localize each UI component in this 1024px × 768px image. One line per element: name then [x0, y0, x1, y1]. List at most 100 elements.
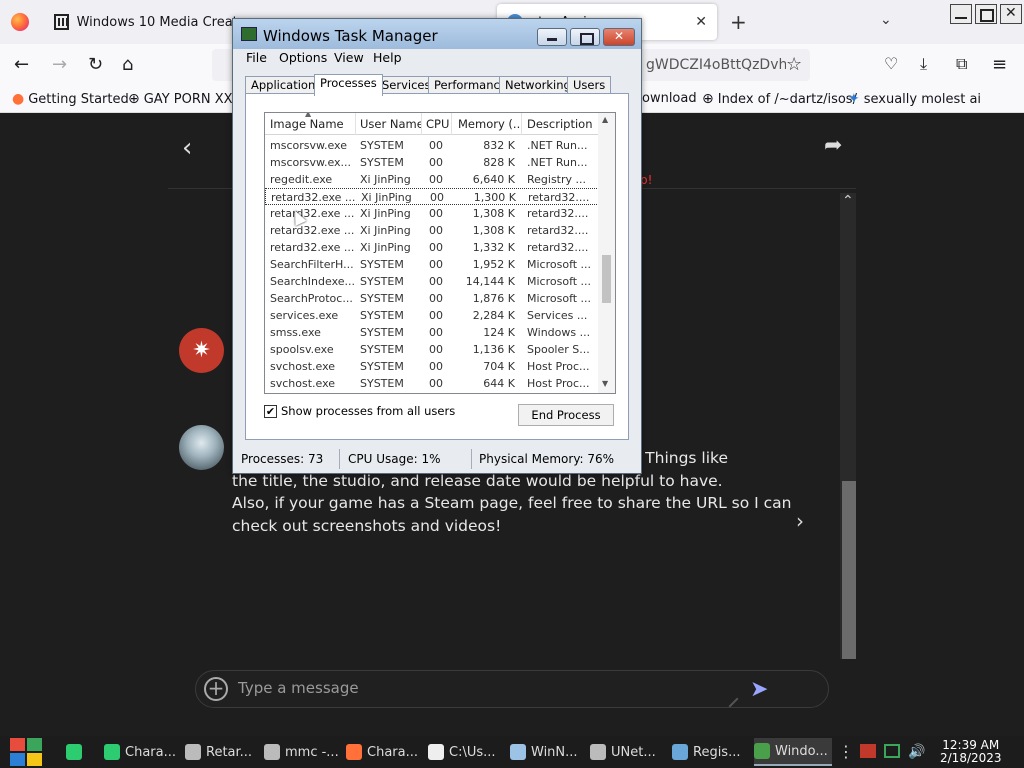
- extensions-icon[interactable]: ⧉: [956, 54, 967, 74]
- menu-help[interactable]: Help: [373, 50, 402, 65]
- firefox-icon[interactable]: [11, 13, 29, 31]
- bookmark-item[interactable]: ⊕ Index of /~dartz/isos/: [702, 91, 857, 107]
- table-row[interactable]: regedit.exe Xi JinPing 00 6,640 K Registry .…: [265, 171, 599, 188]
- bookmark-item[interactable]: ⊕ GAY PORN XX: [128, 91, 233, 107]
- column-divider[interactable]: [521, 113, 522, 135]
- show-all-processes-checkbox[interactable]: ✔ Show processes from all users: [264, 404, 455, 418]
- menu-file[interactable]: File: [246, 50, 267, 65]
- process-list[interactable]: ▲ Image Name User Name CPU Memory (... D…: [264, 112, 616, 394]
- checkbox-checked-icon[interactable]: ✔: [264, 404, 277, 418]
- description: .NET Run...: [527, 156, 588, 169]
- chat-icon: [66, 744, 82, 760]
- taskbar-item[interactable]: Chara...: [346, 738, 424, 766]
- message-composer[interactable]: + Type a message ➤: [195, 670, 829, 708]
- column-description[interactable]: Description: [527, 117, 597, 131]
- menu-options[interactable]: Options: [279, 50, 327, 65]
- network-icon[interactable]: [884, 744, 900, 758]
- window-restore-button[interactable]: [975, 4, 997, 24]
- close-button[interactable]: [603, 28, 635, 46]
- new-tab-icon[interactable]: +: [730, 10, 747, 34]
- table-row[interactable]: SearchIndexe... SYSTEM 00 14,144 K Microsoft…: [265, 273, 599, 290]
- column-memory[interactable]: Memory (...: [458, 117, 520, 131]
- scrollbar-thumb[interactable]: [842, 481, 856, 659]
- bot-avatar[interactable]: [179, 425, 224, 470]
- window-minimize-button[interactable]: [950, 4, 972, 24]
- download-icon[interactable]: ⤓: [920, 54, 927, 74]
- reload-icon[interactable]: ↻: [88, 54, 103, 75]
- minimize-button[interactable]: [537, 28, 567, 46]
- scroll-down-icon[interactable]: ▼: [602, 379, 608, 388]
- table-row[interactable]: smss.exe SYSTEM 00 124 K Windows ...: [265, 324, 599, 341]
- column-image-name[interactable]: Image Name: [270, 117, 354, 131]
- cpu-value: 00: [429, 360, 443, 373]
- table-row[interactable]: retard32.exe ... Xi JinPing 00 1,308 K retar…: [265, 222, 599, 239]
- resize-handle[interactable]: [721, 690, 739, 708]
- table-row[interactable]: SearchProtoc... SYSTEM 00 1,876 K Microsoft …: [265, 290, 599, 307]
- description: retard32....: [527, 207, 589, 220]
- taskbar-item[interactable]: Chara...: [104, 738, 182, 766]
- taskbar-item[interactable]: UNet...: [590, 738, 668, 766]
- bookmark-item[interactable]: ownload: [642, 91, 697, 106]
- column-divider[interactable]: [421, 113, 422, 135]
- list-scrollbar[interactable]: ▲ ▼: [598, 113, 615, 393]
- menu-icon[interactable]: ≡: [992, 54, 1007, 75]
- back-icon[interactable]: ←: [14, 54, 29, 75]
- table-row[interactable]: services.exe SYSTEM 00 2,284 K Services ...: [265, 307, 599, 324]
- taskbar-item[interactable]: C:\Us...: [428, 738, 506, 766]
- browser-tab-media-creation[interactable]: Windows 10 Media Creation: [46, 4, 236, 40]
- volume-icon[interactable]: 🔊: [908, 744, 925, 760]
- table-row[interactable]: spoolsv.exe SYSTEM 00 1,136 K Spooler S...: [265, 341, 599, 358]
- memory-value: 1,136 K: [472, 343, 515, 356]
- chevron-left-icon[interactable]: ‹: [182, 133, 192, 163]
- add-icon[interactable]: +: [204, 677, 228, 701]
- taskbar-item[interactable]: Retar...: [185, 738, 263, 766]
- taskbar-item[interactable]: WinN...: [510, 738, 588, 766]
- table-row[interactable]: retard32.exe ... Xi JinPing 00 1,332 K retar…: [265, 239, 599, 256]
- maximize-button[interactable]: [570, 28, 600, 46]
- taskbar-item[interactable]: mmc -...: [264, 738, 342, 766]
- start-button[interactable]: [10, 738, 44, 766]
- chevron-right-icon[interactable]: ›: [796, 509, 804, 533]
- chevron-down-icon[interactable]: ⌄: [880, 12, 892, 28]
- column-divider[interactable]: [355, 113, 356, 135]
- description: retard32....: [528, 191, 590, 204]
- task-manager-titlebar[interactable]: Windows Task Manager: [233, 19, 641, 49]
- description: Microsoft ...: [527, 258, 592, 271]
- chevron-up-icon[interactable]: ⌃: [842, 193, 854, 209]
- home-icon[interactable]: ⌂: [122, 54, 133, 75]
- column-divider[interactable]: [451, 113, 452, 135]
- table-row[interactable]: SearchFilterH... SYSTEM 00 1,952 K Microsoft…: [265, 256, 599, 273]
- table-row[interactable]: svchost.exe SYSTEM 00 704 K Host Proc...: [265, 358, 599, 375]
- table-row[interactable]: svchost.exe SYSTEM 00 644 K Host Proc...: [265, 375, 599, 392]
- taskbar-pinned-app[interactable]: [66, 738, 87, 766]
- close-tab-icon[interactable]: ✕: [695, 14, 707, 30]
- star-icon[interactable]: ☆: [786, 54, 802, 75]
- system-clock[interactable]: 12:39 AM 2/18/2023: [940, 739, 1002, 765]
- memory-value: 832 K: [483, 139, 515, 152]
- table-row[interactable]: retard32.exe ... Xi JinPing 00 1,300 K retar…: [265, 188, 599, 205]
- taskbar-item[interactable]: Regis...: [672, 738, 750, 766]
- tab-processes[interactable]: Processes: [314, 74, 383, 96]
- taskbar-item[interactable]: Windo...: [754, 738, 832, 766]
- flag-icon[interactable]: [860, 744, 876, 758]
- scroll-up-icon[interactable]: ▲: [602, 115, 608, 124]
- message-input[interactable]: Type a message: [238, 679, 359, 697]
- share-icon[interactable]: ➦: [824, 133, 842, 158]
- table-row[interactable]: retard32.exe ... Xi JinPing 00 1,308 K retar…: [265, 205, 599, 222]
- bookmark-item[interactable]: ✦ sexually molest ai: [848, 91, 981, 107]
- avatar[interactable]: ✷: [179, 328, 224, 373]
- table-row[interactable]: mscorsvw.ex... SYSTEM 00 828 K .NET Run...: [265, 154, 599, 171]
- menu-view[interactable]: View: [334, 50, 364, 65]
- end-process-button[interactable]: End Process: [518, 404, 614, 426]
- overflow-icon[interactable]: ⋮: [838, 742, 854, 761]
- window-close-button[interactable]: [1000, 4, 1022, 24]
- column-cpu[interactable]: CPU: [426, 117, 452, 131]
- forward-icon[interactable]: →: [52, 54, 67, 75]
- send-icon[interactable]: ➤: [750, 677, 768, 702]
- column-user-name[interactable]: User Name: [360, 117, 422, 131]
- table-row[interactable]: mscorsvw.exe SYSTEM 00 832 K .NET Run...: [265, 137, 599, 154]
- process-name: SearchProtoc...: [270, 292, 353, 305]
- pocket-icon[interactable]: ♡: [884, 54, 898, 73]
- scrollbar-thumb[interactable]: [602, 255, 611, 303]
- bookmark-getting-started[interactable]: ● Getting Started: [12, 91, 129, 107]
